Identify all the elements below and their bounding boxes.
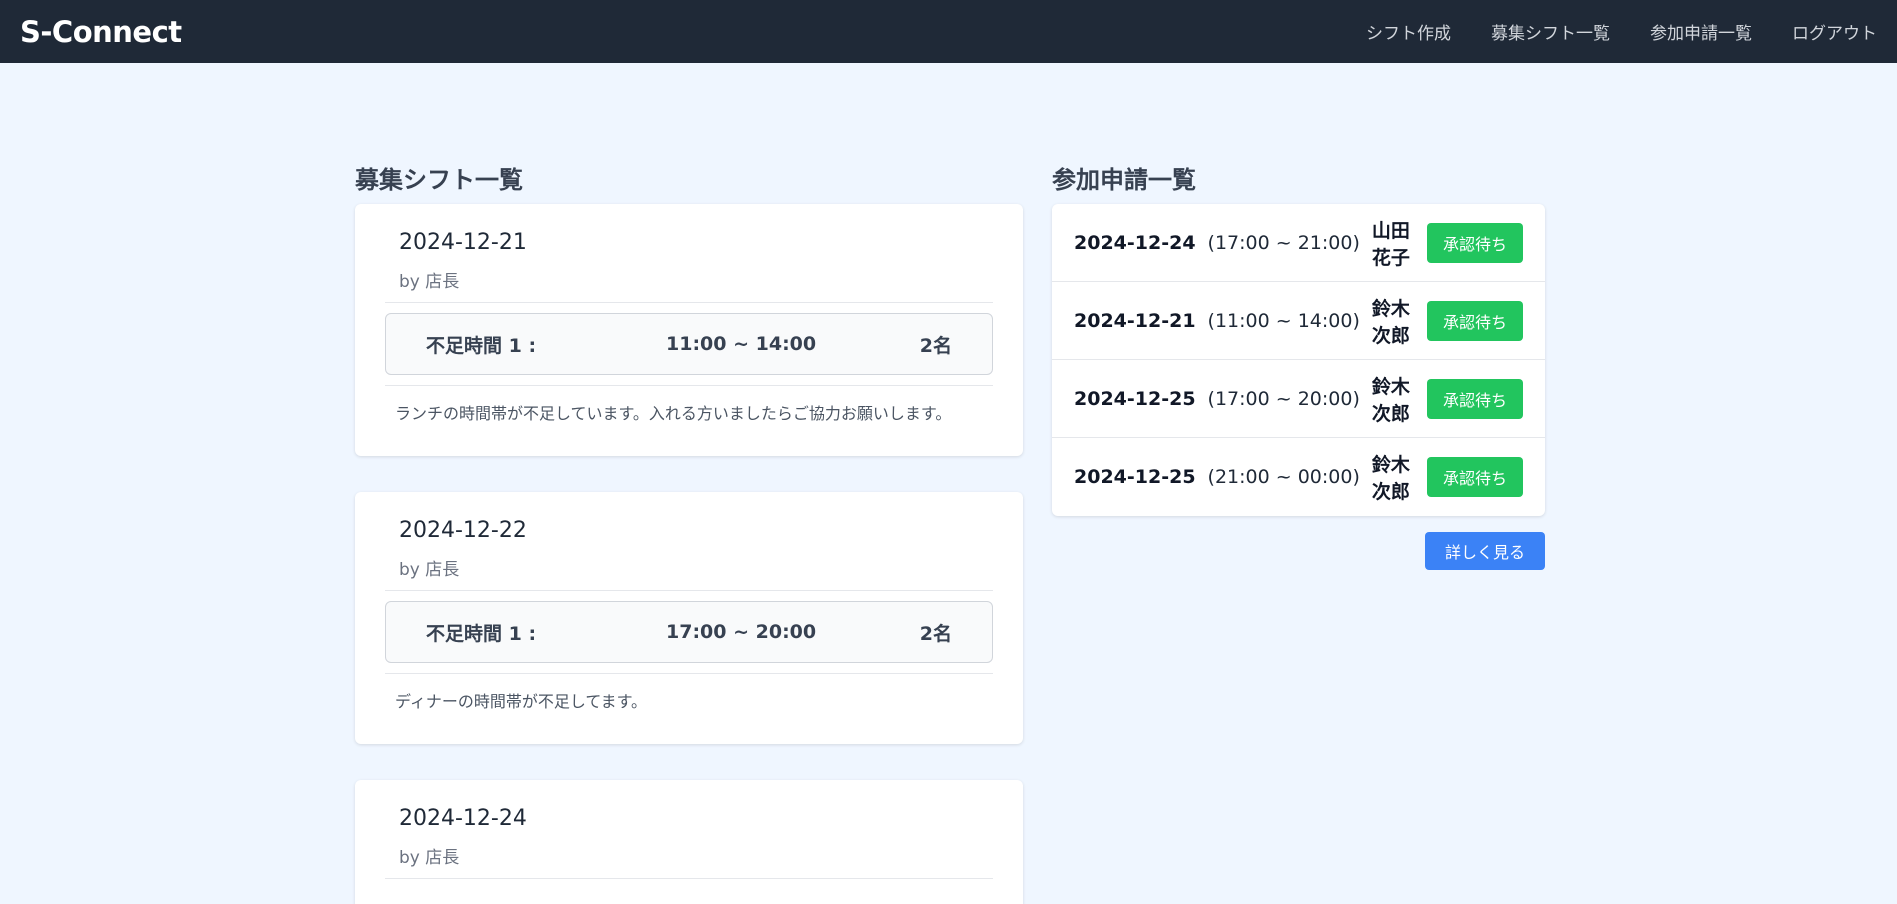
application-row: 2024-12-21 (11:00 ~ 14:00) 鈴木 次郎 承認待ち: [1052, 282, 1545, 360]
pending-approval-button[interactable]: 承認待ち: [1426, 457, 1523, 497]
applications-column: 参加申請一覧 2024-12-24 (17:00 ~ 21:00) 山田 花子 …: [1052, 160, 1545, 570]
recruit-section-title: 募集シフト一覧: [355, 166, 523, 194]
pending-approval-button[interactable]: 承認待ち: [1426, 222, 1523, 263]
application-time: (17:00 ~ 20:00): [1207, 387, 1360, 410]
view-more-button[interactable]: 詳しく見る: [1424, 532, 1545, 570]
shift-date: 2024-12-24: [399, 806, 527, 831]
slot-label: 不足時間 1 :: [426, 334, 537, 357]
slot-count: 2名: [919, 334, 952, 357]
slot-count: 2名: [919, 622, 952, 645]
shortage-slot: 不足時間 1 : 17:00 ~ 20:00 2名: [385, 601, 993, 663]
application-date: 2024-12-24: [1074, 231, 1196, 254]
top-navbar: S-Connect シフト作成 募集シフト一覧 参加申請一覧 ログアウト: [0, 0, 1897, 63]
shift-author: by 店長: [385, 843, 993, 879]
shift-note: ディナーの時間帯が不足してます。: [385, 673, 993, 712]
shift-card: 2024-12-21 by 店長 不足時間 1 : 11:00 ~ 14:00 …: [355, 204, 1023, 456]
recruit-shift-column: 募集シフト一覧 2024-12-21 by 店長 不足時間 1 : 11:00 …: [355, 160, 1023, 904]
more-button-wrap: 詳しく見る: [1052, 532, 1545, 570]
shift-author: by 店長: [385, 267, 993, 303]
shift-date: 2024-12-22: [399, 518, 527, 543]
application-row: 2024-12-25 (17:00 ~ 20:00) 鈴木 次郎 承認待ち: [1052, 360, 1545, 438]
applications-section-title: 参加申請一覧: [1052, 166, 1196, 194]
nav-logout[interactable]: ログアウト: [1792, 19, 1877, 44]
nav-recruit-shifts[interactable]: 募集シフト一覧: [1491, 19, 1610, 44]
nav-create-shift[interactable]: シフト作成: [1366, 19, 1451, 44]
applicant-name: 鈴木 次郎: [1371, 297, 1410, 347]
pending-approval-button[interactable]: 承認待ち: [1426, 378, 1523, 419]
nav-applications[interactable]: 参加申請一覧: [1650, 19, 1752, 44]
application-time: (21:00 ~ 00:00): [1207, 466, 1360, 488]
nav-links: シフト作成 募集シフト一覧 参加申請一覧 ログアウト: [1326, 19, 1877, 44]
application-row: 2024-12-24 (17:00 ~ 21:00) 山田 花子 承認待ち: [1052, 204, 1545, 282]
shift-date: 2024-12-21: [399, 230, 527, 255]
application-date: 2024-12-25: [1074, 466, 1196, 488]
application-row: 2024-12-25 (21:00 ~ 00:00) 鈴木 次郎 承認待ち: [1052, 438, 1545, 516]
slot-time: 17:00 ~ 20:00: [666, 621, 817, 643]
application-time: (11:00 ~ 14:00): [1207, 309, 1360, 332]
applicant-name: 鈴木 次郎: [1371, 375, 1410, 425]
slot-label: 不足時間 1 :: [426, 622, 537, 645]
application-time: (17:00 ~ 21:00): [1207, 231, 1360, 254]
application-date: 2024-12-25: [1074, 387, 1196, 410]
shift-card: 2024-12-24 by 店長: [355, 780, 1023, 904]
pending-approval-button[interactable]: 承認待ち: [1426, 300, 1523, 341]
shortage-slot: 不足時間 1 : 11:00 ~ 14:00 2名: [385, 313, 993, 375]
applicant-name: 山田 花子: [1371, 219, 1410, 269]
brand-logo[interactable]: S-Connect: [20, 15, 182, 49]
shift-author: by 店長: [385, 555, 993, 591]
applicant-name: 鈴木 次郎: [1371, 454, 1410, 503]
slot-time: 11:00 ~ 14:00: [666, 333, 817, 355]
applications-list: 2024-12-24 (17:00 ~ 21:00) 山田 花子 承認待ち 20…: [1052, 204, 1545, 516]
application-date: 2024-12-21: [1074, 309, 1196, 332]
shift-note: ランチの時間帯が不足しています。入れる方いましたらご協力お願いします。: [385, 385, 993, 424]
shift-card: 2024-12-22 by 店長 不足時間 1 : 17:00 ~ 20:00 …: [355, 492, 1023, 744]
